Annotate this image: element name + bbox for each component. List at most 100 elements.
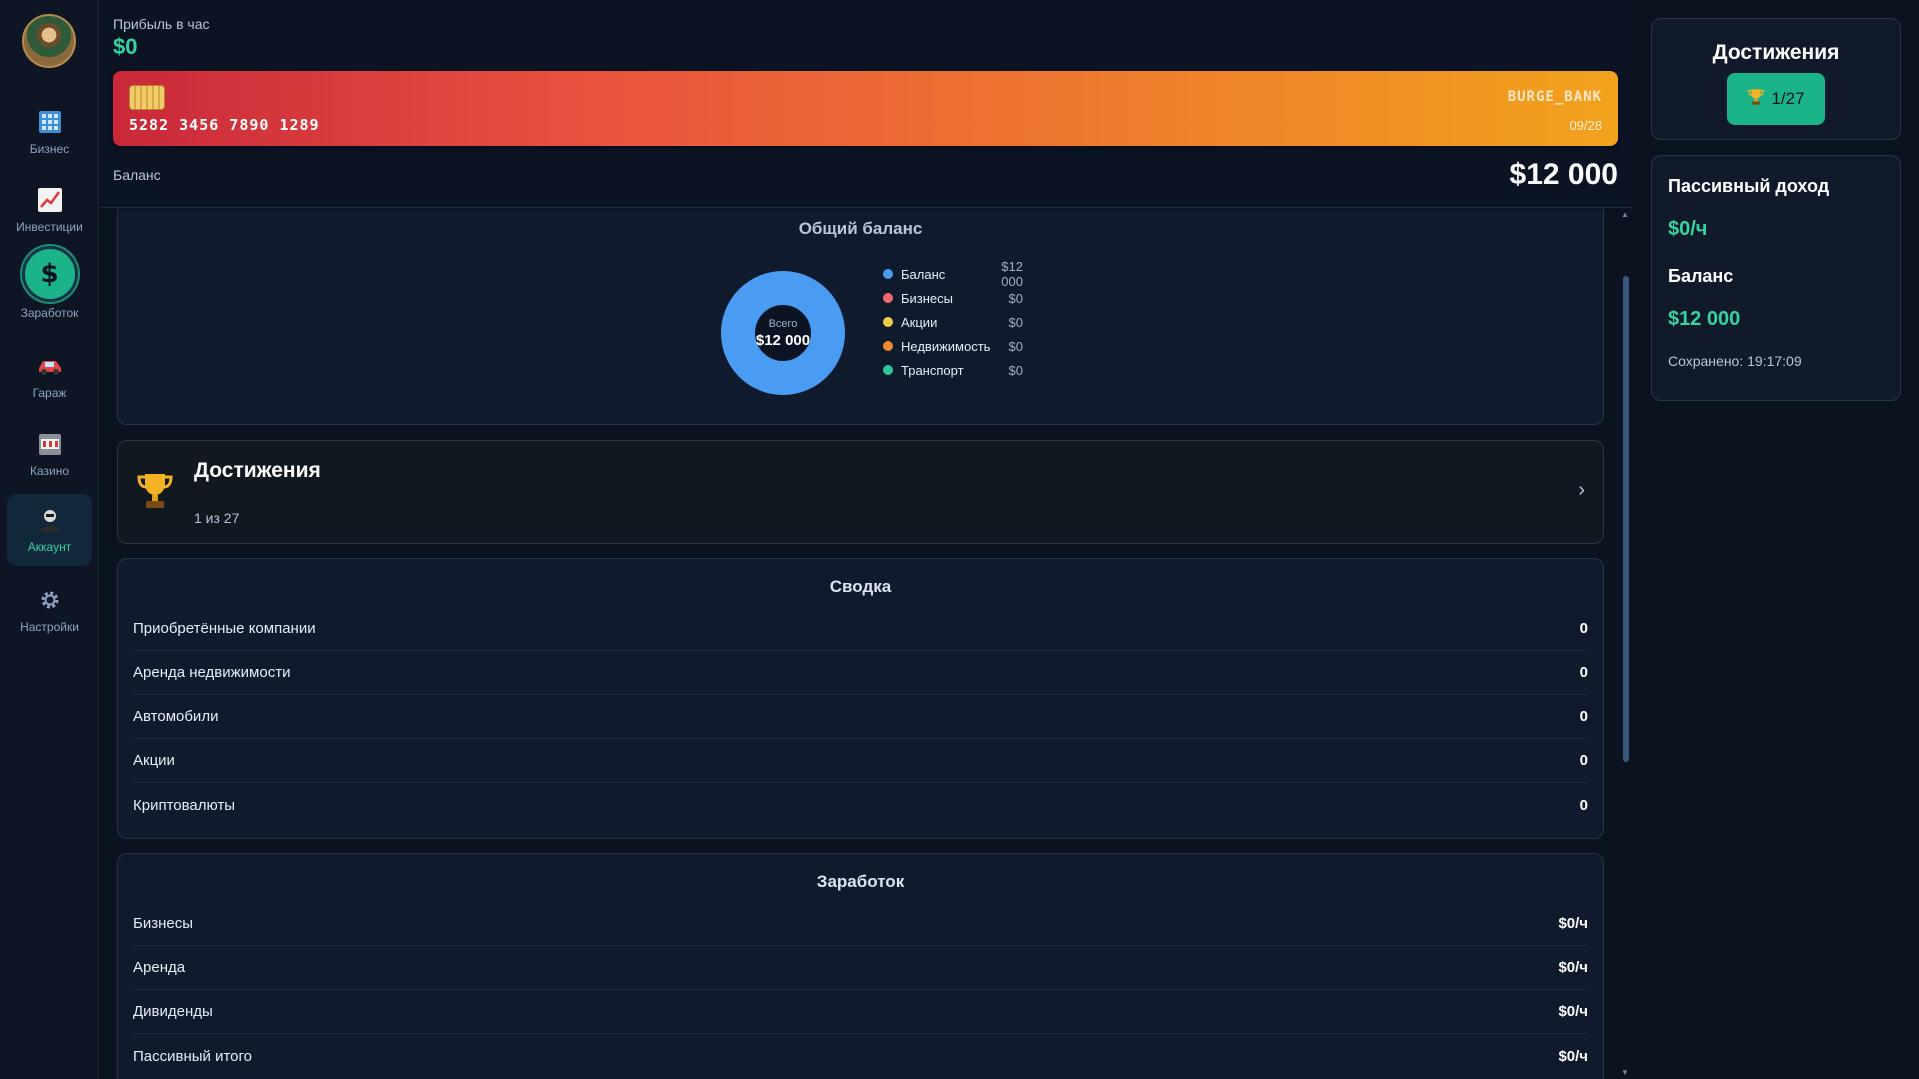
earnings-title: Заработок — [816, 872, 905, 891]
row-value: $0/ч — [1558, 959, 1588, 976]
row-value: $0/ч — [1558, 915, 1588, 932]
achievements-count: 1/27 — [1771, 89, 1805, 108]
achievements-widget-title: Достижения — [1712, 41, 1840, 64]
achievements-widget: Достижения 1/27 — [1651, 18, 1901, 140]
sidebar-item-settings[interactable]: Настройки — [7, 574, 92, 646]
sidebar-item-account[interactable]: Аккаунт — [7, 494, 92, 566]
sidebar-item-business[interactable]: Бизнес — [7, 96, 92, 168]
sidebar-item-label: Заработок — [20, 306, 79, 320]
summary-panel: Сводка Приобретённые компании 0 Аренда н… — [117, 558, 1604, 839]
donut-legend: Баланс $12 000 Бизнесы $0 Акции $0 Недви… — [883, 259, 1023, 382]
legend-dot — [883, 341, 893, 351]
summary-row: Аренда недвижимости 0 — [133, 651, 1588, 695]
income-widget: Пассивный доход $0/ч Баланс $12 000 Сохр… — [1651, 155, 1901, 401]
earnings-row: Дивиденды $0/ч — [133, 990, 1588, 1034]
legend-name: Транспорт — [901, 362, 964, 378]
earnings-row: Бизнесы $0/ч — [133, 902, 1588, 946]
trophy-icon — [136, 471, 174, 516]
sidebar-item-casino[interactable]: Казино — [7, 418, 92, 490]
legend-value: $0 — [1008, 362, 1023, 378]
row-value: $0/ч — [1558, 1047, 1588, 1065]
legend-item: Транспорт $0 — [883, 358, 1023, 382]
legend-value: $12 000 — [1001, 259, 1023, 289]
saved-timestamp: Сохранено: 19:17:09 — [1668, 353, 1802, 369]
legend-item: Баланс $12 000 — [883, 259, 1023, 289]
row-label: Пассивный итого — [133, 1047, 252, 1065]
achievements-card-subtitle: 1 из 27 — [194, 510, 240, 526]
sidebar-item-label: Инвестиции — [16, 220, 83, 234]
earnings-row: Пассивный итого $0/ч — [133, 1034, 1588, 1078]
row-label: Аренда — [133, 959, 186, 976]
passive-income-label: Пассивный доход — [1668, 176, 1830, 196]
row-label: Приобретённые компании — [133, 620, 316, 637]
slot-machine-icon — [36, 430, 64, 458]
legend-name: Баланс — [901, 266, 946, 282]
scroll-up-arrow-icon[interactable]: ▲ — [1621, 210, 1629, 219]
bank-name: BURGE_BANK — [1507, 89, 1602, 105]
legend-dot — [883, 293, 893, 303]
chart-up-icon — [36, 186, 64, 214]
bank-card[interactable]: 5282 3456 7890 1289 BURGE_BANK 09/28 — [113, 71, 1618, 146]
row-label: Акции — [133, 752, 175, 769]
chevron-right-icon: › — [1578, 479, 1585, 501]
achievements-card[interactable]: Достижения 1 из 27 › — [117, 440, 1604, 544]
card-number: 5282 3456 7890 1289 — [129, 116, 320, 134]
legend-name: Акции — [901, 314, 938, 330]
sidebar-item-label: Бизнес — [29, 142, 70, 156]
right-balance-value: $12 000 — [1668, 308, 1741, 330]
legend-item: Недвижимость $0 — [883, 334, 1023, 358]
building-icon — [36, 108, 64, 136]
sidebar-item-investments[interactable]: Инвестиции — [7, 174, 92, 246]
summary-title: Сводка — [829, 577, 892, 596]
legend-value: $0 — [1008, 290, 1023, 306]
earnings-row: Аренда $0/ч — [133, 946, 1588, 990]
avatar[interactable] — [22, 14, 76, 68]
balance-value: $12 000 — [1509, 158, 1618, 191]
row-value: 0 — [1579, 752, 1588, 769]
legend-name: Бизнесы — [901, 290, 954, 306]
sidebar-item-label: Настройки — [20, 620, 79, 634]
gear-icon — [36, 586, 64, 614]
overall-balance-title: Общий баланс — [798, 219, 923, 238]
legend-value: $0 — [1008, 314, 1023, 330]
scroll-down-arrow-icon[interactable]: ▼ — [1621, 1068, 1629, 1077]
card-chip-icon — [129, 85, 165, 110]
profit-label: Прибыль в час — [113, 16, 210, 32]
sidebar-item-garage[interactable]: Гараж — [7, 340, 92, 412]
header: Прибыль в час $0 5282 3456 7890 1289 BUR… — [100, 0, 1632, 208]
profit-value: $0 — [113, 34, 138, 59]
right-balance-label: Баланс — [1668, 266, 1734, 286]
row-value: $0/ч — [1558, 1003, 1588, 1020]
app-root: Бизнес Инвестиции $ Заработок Гараж Кази… — [0, 0, 1919, 1079]
sidebar-item-earnings[interactable]: $ Заработок — [7, 240, 92, 326]
trophy-icon — [1747, 88, 1765, 111]
legend-dot — [883, 365, 893, 375]
summary-row: Автомобили 0 — [133, 695, 1588, 739]
sidebar-item-label: Казино — [29, 464, 70, 478]
legend-dot — [883, 269, 893, 279]
achievements-badge-button[interactable]: 1/27 — [1727, 73, 1825, 125]
passive-income-value: $0/ч — [1668, 218, 1708, 240]
row-value: 0 — [1579, 620, 1588, 637]
sidebar-item-label: Гараж — [32, 386, 67, 400]
legend-item: Бизнесы $0 — [883, 286, 1023, 310]
legend-item: Акции $0 — [883, 310, 1023, 334]
user-icon — [36, 506, 64, 534]
row-label: Автомобили — [133, 708, 219, 725]
achievements-card-title: Достижения — [194, 459, 321, 482]
row-label: Бизнесы — [133, 915, 194, 932]
card-expiry: 09/28 — [1569, 118, 1602, 133]
donut-center: Всего $12 000 — [703, 253, 863, 413]
summary-row: Акции 0 — [133, 739, 1588, 783]
donut-center-label: Всего — [768, 317, 798, 330]
summary-row: Приобретённые компании 0 — [133, 607, 1588, 651]
row-value: 0 — [1579, 796, 1588, 814]
overall-balance-panel: Общий баланс Всего $12 000 Баланс $12 00… — [117, 209, 1604, 425]
main-content[interactable]: Общий баланс Всего $12 000 Баланс $12 00… — [100, 209, 1632, 1079]
scrollbar-thumb[interactable] — [1623, 276, 1629, 762]
summary-row: Криптовалюты 0 — [133, 783, 1588, 827]
legend-value: $0 — [1008, 338, 1023, 354]
legend-dot — [883, 317, 893, 327]
sidebar-item-label: Аккаунт — [27, 540, 72, 554]
dollar-icon: $ — [21, 246, 78, 302]
